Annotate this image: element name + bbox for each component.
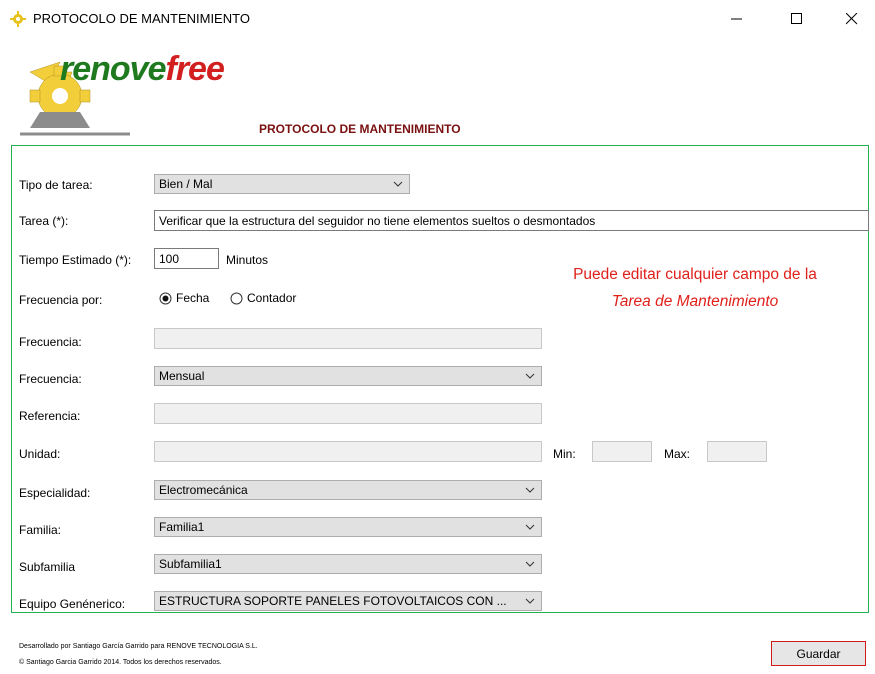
- tarea-input[interactable]: Verificar que la estructura del seguidor…: [154, 210, 869, 231]
- footer-copyright: © Santiago Garcia Garrido 2014. Todos lo…: [19, 659, 222, 666]
- tiempo-label: Tiempo Estimado (*):: [19, 253, 132, 267]
- close-button[interactable]: [829, 0, 875, 38]
- referencia-input[interactable]: [154, 403, 542, 424]
- especialidad-select[interactable]: Electromecánica: [154, 480, 542, 500]
- chevron-down-icon: [525, 524, 535, 530]
- frecuencia-input[interactable]: [154, 328, 542, 349]
- save-button[interactable]: Guardar: [771, 641, 866, 666]
- equipo-select[interactable]: ESTRUCTURA SOPORTE PANELES FOTOVOLTAICOS…: [154, 591, 542, 611]
- min-input[interactable]: [592, 441, 652, 462]
- radio-contador[interactable]: Contador: [230, 291, 296, 305]
- brand-logo-text: renovefree: [60, 50, 225, 88]
- title-bar: PROTOCOLO DE MANTENIMIENTO: [0, 0, 875, 38]
- gear-app-icon: [10, 11, 26, 27]
- radio-checked-icon: [159, 292, 172, 304]
- tiempo-unit: Minutos: [226, 253, 269, 267]
- tipo-tarea-select[interactable]: Bien / Mal: [154, 174, 410, 194]
- frecuencia-periodo-select[interactable]: Mensual: [154, 366, 542, 386]
- close-icon: [846, 13, 858, 25]
- chevron-down-icon: [525, 487, 535, 493]
- maximize-icon: [791, 13, 802, 24]
- frecuencia-label: Frecuencia:: [19, 335, 82, 349]
- subfamilia-select[interactable]: Subfamilia1: [154, 554, 542, 574]
- minimize-icon: [731, 18, 742, 20]
- maximize-button[interactable]: [774, 0, 820, 38]
- unidad-input[interactable]: [154, 441, 542, 462]
- subfamilia-label: Subfamilia: [19, 560, 76, 574]
- frecuencia-periodo-label: Frecuencia:: [19, 372, 82, 386]
- edit-hint-note: Puede editar cualquier campo de la Tarea…: [573, 266, 817, 310]
- footer-credits: Desarrollado por Santiago García Garrido…: [19, 643, 258, 650]
- chevron-down-icon: [525, 598, 535, 604]
- frecuencia-por-label: Frecuencia por:: [19, 293, 103, 307]
- max-input[interactable]: [707, 441, 767, 462]
- equipo-label: Equipo Genénerico:: [19, 597, 126, 611]
- minimize-button[interactable]: [714, 0, 760, 38]
- tipo-tarea-label: Tipo de tarea:: [19, 178, 93, 192]
- min-label: Min:: [553, 447, 576, 461]
- tarea-label: Tarea (*):: [19, 214, 69, 228]
- chevron-down-icon: [525, 561, 535, 567]
- tiempo-input[interactable]: 100: [154, 248, 219, 269]
- chevron-down-icon: [393, 181, 403, 187]
- especialidad-label: Especialidad:: [19, 486, 91, 500]
- unidad-label: Unidad:: [19, 447, 61, 461]
- window-title: PROTOCOLO DE MANTENIMIENTO: [33, 11, 250, 26]
- familia-label: Familia:: [19, 523, 62, 537]
- max-label: Max:: [664, 447, 691, 461]
- radio-fecha[interactable]: Fecha: [159, 291, 209, 305]
- familia-select[interactable]: Familia1: [154, 517, 542, 537]
- referencia-label: Referencia:: [19, 409, 81, 423]
- radio-unchecked-icon: [230, 292, 243, 304]
- form-subtitle: PROTOCOLO DE MANTENIMIENTO: [259, 122, 461, 136]
- chevron-down-icon: [525, 373, 535, 379]
